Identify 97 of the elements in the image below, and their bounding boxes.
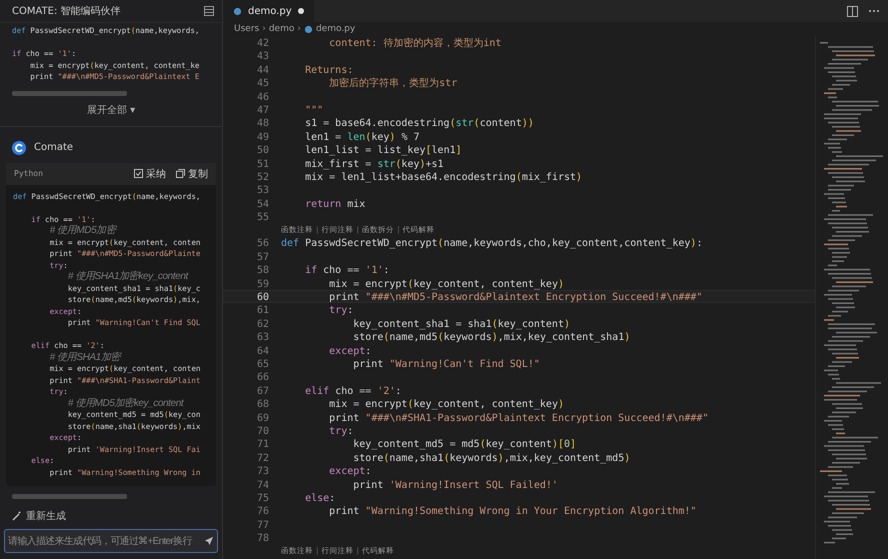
line-number: 55 <box>256 211 269 222</box>
split-editor-icon[interactable] <box>847 6 858 16</box>
line-number: 47 <box>256 104 269 116</box>
line-number: 59 <box>256 278 269 290</box>
line-number: 74 <box>256 478 269 490</box>
expand-all-button[interactable]: 展开全部 ▾ <box>80 102 142 118</box>
layout-icon[interactable] <box>204 6 214 16</box>
line-number: 76 <box>256 505 269 517</box>
scrollbar-thumb[interactable] <box>12 494 127 499</box>
code-line: # 使用SHA1加密key_content <box>66 272 188 281</box>
panel-title: COMATE: 智能编码伙伴 <box>12 4 121 18</box>
more-icon[interactable] <box>868 9 880 13</box>
line-number: 46 <box>256 90 269 102</box>
breadcrumb-item[interactable]: demo <box>268 24 294 34</box>
line-number: 67 <box>256 384 269 396</box>
line-number: 64 <box>256 344 269 356</box>
accept-button[interactable]: 采纳 <box>134 166 166 180</box>
code-line: # 使用MD5加密 <box>48 226 116 235</box>
wand-icon <box>12 511 22 521</box>
scrollbar-thumb[interactable] <box>12 90 127 96</box>
code-line: mix = encrypt(key_content, content_key) <box>328 399 564 410</box>
code-line: store(name,md5(keywords),mix,key_content_sha1) <box>352 332 630 344</box>
line-number: 52 <box>256 170 269 182</box>
line-number: 65 <box>256 358 269 370</box>
prompt-field[interactable]: 请输入描述来生成代码，可通过⌘+Enter换行 <box>4 529 218 553</box>
line-number: 50 <box>256 144 269 156</box>
line-number: 49 <box>256 130 269 142</box>
line-number: 61 <box>256 304 269 316</box>
line-number: 62 <box>256 318 269 330</box>
code-line: store(name,sha1(keywords),mix,key_content_md5) <box>352 452 630 464</box>
line-number: 51 <box>256 158 269 169</box>
code-line: print "Warning!Something Wrong in Your Encryption Algorithm!" <box>328 506 696 518</box>
regenerate-button[interactable]: 重新生成 <box>12 509 210 523</box>
code-line: print "###\n#MD5-Password&Plaintext Encryption Succeed!#\n###" <box>328 292 702 304</box>
language-label: Python <box>14 169 44 178</box>
code-line: len1 = len(key) % 7 <box>304 132 420 143</box>
code-line: try: <box>328 426 354 437</box>
line-number: 58 <box>256 264 269 276</box>
code-line: key_content_sha1 = sha1(key_content) <box>352 318 570 330</box>
code-line: # 使用SHA1加密 <box>48 352 120 362</box>
code-line: return mix <box>304 198 366 210</box>
code-line: mix = encrypt(key_content, content_key) <box>328 278 564 290</box>
code-line: Returns: <box>304 64 354 76</box>
line-number: 54 <box>256 198 269 210</box>
code-line: mix = len1_list+base64.encodestring(mix_first) <box>304 172 582 183</box>
line-number: 75 <box>256 492 269 504</box>
breadcrumb-item[interactable]: demo.py <box>316 24 356 34</box>
line-number: 72 <box>256 452 269 464</box>
code-line: def PasswdSecretWD_encrypt(name,keywords,cho,key_content,content_key): <box>281 238 702 250</box>
line-number: 42 <box>256 37 269 48</box>
code-line: len1_list = list_key[len1] <box>304 145 462 156</box>
code-line: except: <box>328 466 372 478</box>
code-line: elif cho == '2': <box>304 386 402 397</box>
line-number: 57 <box>256 250 269 262</box>
line-number: 44 <box>256 64 269 76</box>
breadcrumb-item[interactable]: Users <box>234 24 260 34</box>
code-line: """ <box>304 104 324 116</box>
line-number: 68 <box>256 398 269 410</box>
line-number: 73 <box>256 465 269 476</box>
author-name: Comate <box>34 142 74 153</box>
breadcrumb-separator: › <box>262 24 266 34</box>
copy-icon <box>176 169 185 178</box>
line-number: 78 <box>256 532 269 544</box>
line-number: 53 <box>256 184 269 196</box>
code-line: try: <box>328 305 354 316</box>
code-line: if cho == '1': <box>304 265 390 276</box>
accept-icon <box>134 169 143 178</box>
line-number: 60 <box>256 291 269 302</box>
line-number: 45 <box>256 77 269 89</box>
code-line: print 'Warning!Insert SQL Failed!' <box>352 480 558 490</box>
unsaved-dot-icon <box>298 8 304 14</box>
code-line: mix_first = str(key)+s1 <box>304 158 444 170</box>
code-line: key_content_md5 = md5(key_content)[0] <box>352 439 576 450</box>
line-number: 48 <box>256 117 269 129</box>
editor-tab[interactable]: demo.py <box>223 0 314 22</box>
code-line: s1 = base64.encodestring(str(content)) <box>304 118 534 130</box>
code-line: # 使用MD5加密key_content <box>66 398 184 408</box>
copy-button[interactable]: 复制 <box>176 166 208 180</box>
breadcrumb-separator: › <box>297 24 301 34</box>
python-file-icon <box>304 24 313 34</box>
code-line: content: 待加密的内容，类型为int <box>328 38 502 49</box>
line-number: 69 <box>256 412 269 423</box>
line-number: 63 <box>256 331 269 343</box>
code-line: 加密后的字符串，类型为str <box>328 78 458 90</box>
code-line: print "Warning!Can't Find SQL!" <box>352 358 540 370</box>
code-line: except: <box>328 346 372 357</box>
comate-logo-icon <box>12 140 26 154</box>
line-number: 43 <box>256 50 269 62</box>
line-number: 70 <box>256 424 269 436</box>
code-line: print "###\n#SHA1-Password&Plaintext Encryption Succeed!#\n###" <box>328 412 708 424</box>
line-number: 66 <box>256 371 269 383</box>
line-number: 71 <box>256 438 269 450</box>
line-number: 56 <box>256 237 269 249</box>
python-file-icon <box>233 6 242 16</box>
send-icon[interactable] <box>204 536 214 546</box>
line-number: 77 <box>256 518 269 530</box>
code-line: else: <box>304 492 336 504</box>
